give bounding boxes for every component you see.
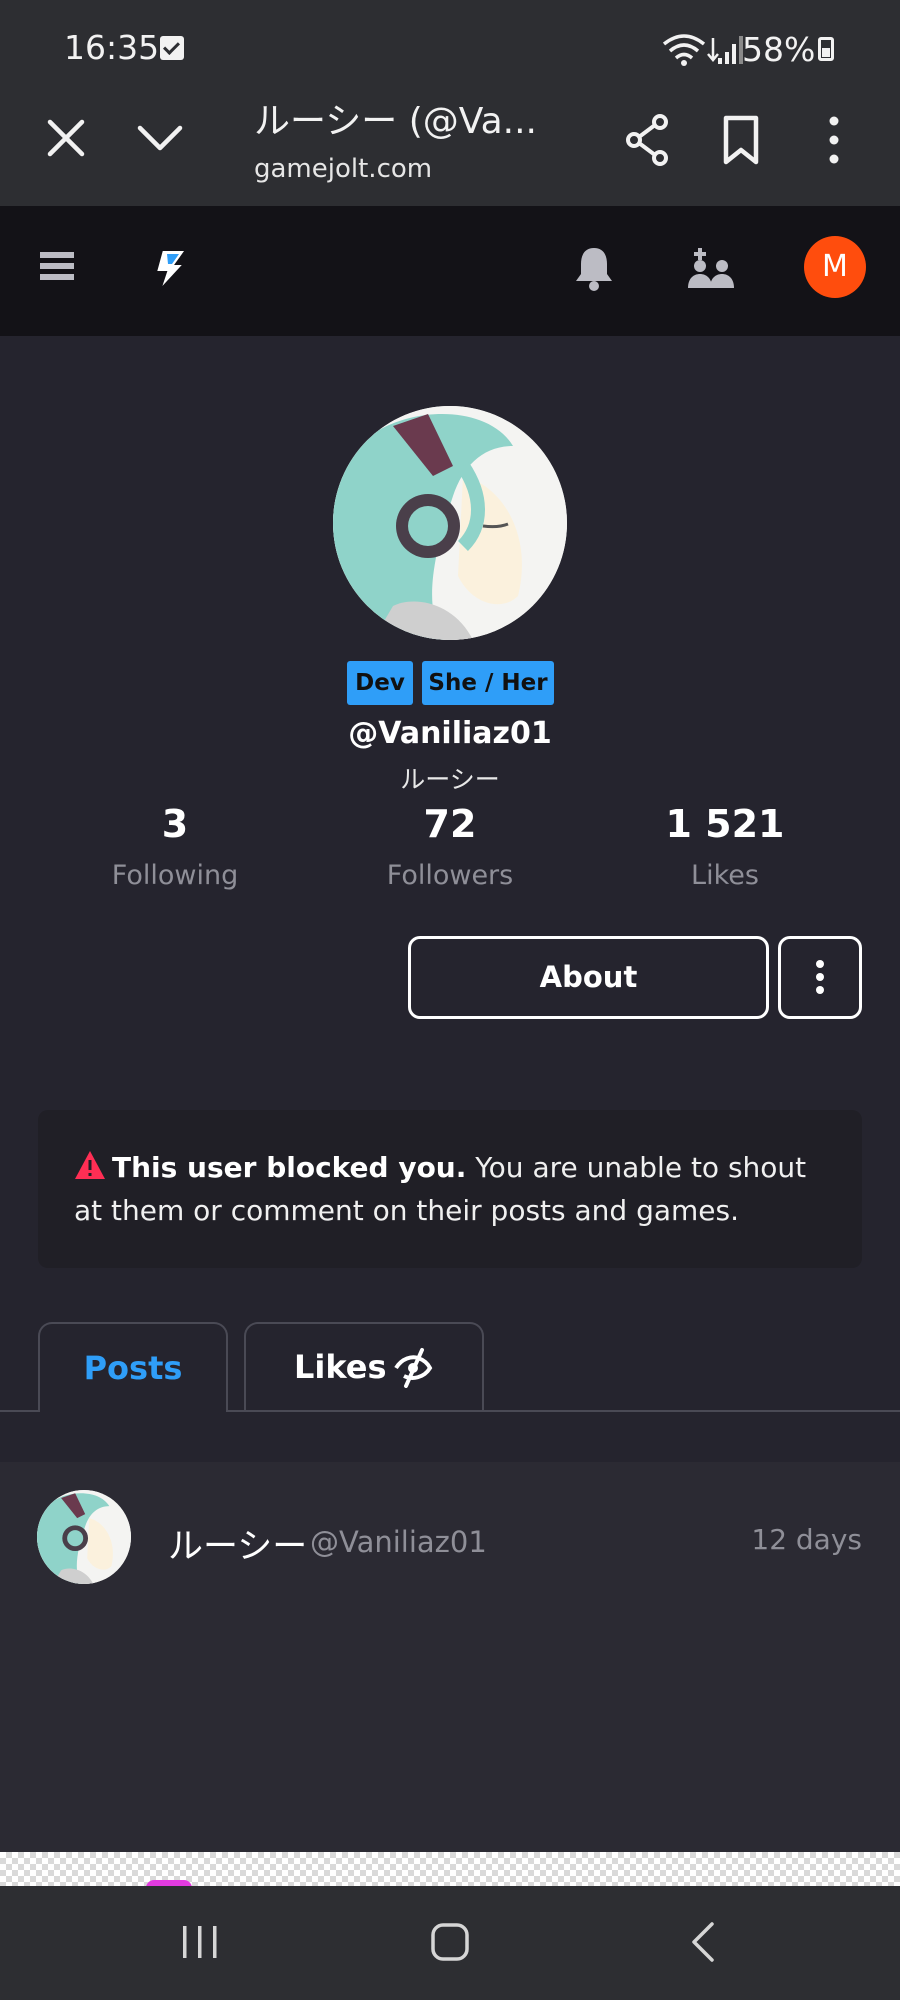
home-icon[interactable]: [430, 1920, 470, 1964]
notification-check-icon: [160, 36, 184, 60]
back-icon[interactable]: [688, 1920, 718, 1964]
profile-username: @Vaniliaz01: [348, 716, 552, 751]
loading-placeholder: [0, 1852, 900, 1886]
profile-avatar: [333, 406, 567, 640]
likes-label: Likes: [691, 860, 759, 891]
more-vertical-icon: [816, 960, 824, 994]
site-navbar: [0, 206, 900, 336]
close-icon[interactable]: [40, 112, 92, 164]
post-author-name[interactable]: ルーシー: [168, 1518, 307, 1569]
battery-icon: [818, 37, 834, 61]
battery-percentage: 58%: [742, 30, 816, 69]
post-card[interactable]: [0, 1462, 900, 1852]
tab-likes-label: Likes: [294, 1348, 387, 1386]
page-title: ルーシー (@Va...: [254, 101, 537, 142]
blocked-message: This user blocked you. You are unable to…: [74, 1146, 834, 1232]
tab-posts[interactable]: Posts: [38, 1322, 228, 1412]
post-avatar[interactable]: [37, 1490, 131, 1584]
warning-icon: [75, 1151, 105, 1179]
tab-likes[interactable]: Likes: [244, 1322, 484, 1410]
followers-label[interactable]: Followers: [320, 860, 580, 891]
pronoun-badge: She / Her: [422, 661, 554, 705]
recent-apps-icon[interactable]: [180, 1922, 220, 1962]
dev-badge: Dev: [347, 661, 413, 705]
profile-display-name: ルーシー: [400, 765, 500, 794]
hamburger-icon[interactable]: [38, 246, 78, 286]
bookmark-icon[interactable]: [716, 112, 766, 168]
post-author-handle[interactable]: @Vaniliaz01: [310, 1525, 487, 1559]
chevron-down-icon[interactable]: [132, 112, 188, 164]
followers-count[interactable]: 72: [320, 802, 580, 846]
friend-requests-icon[interactable]: [686, 246, 736, 290]
post-timestamp[interactable]: 12 days: [700, 1523, 862, 1556]
blocked-title: This user blocked you.: [112, 1151, 467, 1184]
following-count[interactable]: 3: [45, 802, 305, 846]
eye-off-icon: [394, 1348, 433, 1388]
gamejolt-logo-icon[interactable]: [146, 244, 196, 294]
more-vertical-icon[interactable]: [808, 112, 860, 168]
page-domain: gamejolt.com: [254, 154, 433, 184]
bell-icon[interactable]: [572, 244, 616, 292]
user-avatar[interactable]: M: [804, 236, 866, 298]
status-time: 16:35: [64, 28, 160, 67]
likes-count: 1 521: [665, 802, 785, 846]
share-icon[interactable]: [622, 112, 674, 168]
following-label[interactable]: Following: [45, 860, 305, 891]
about-button[interactable]: About: [408, 936, 769, 1019]
profile-more-button[interactable]: [778, 936, 862, 1019]
